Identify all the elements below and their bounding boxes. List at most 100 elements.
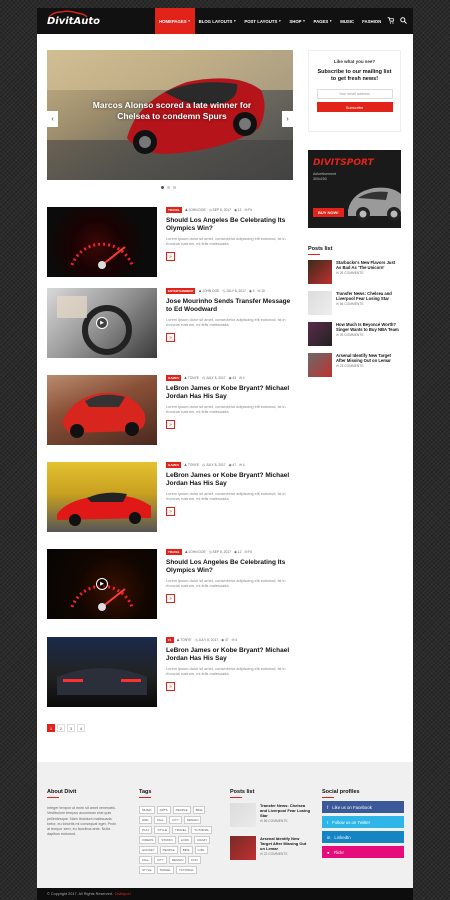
post-title[interactable]: Jose Mourinho Sends Transfer Message to … [166,298,294,314]
post-author[interactable]: ♟ JOHN DOE [185,208,206,212]
post-image[interactable] [47,207,157,277]
search-icon[interactable] [400,17,407,24]
category-badge[interactable]: F1 [166,637,174,643]
tag-link[interactable]: FALL [154,816,168,824]
post-author[interactable]: ♟ JOHN DOE [198,289,219,293]
tag-link[interactable]: STYLE [154,826,170,834]
read-more-button[interactable]: » [166,420,175,430]
sidebar-post-item[interactable]: Arsenal Identify New Target After Missin… [308,353,401,379]
tag-link[interactable]: DESIGN [183,816,202,824]
category-badge[interactable]: TRAVEL [166,207,182,213]
tag-link[interactable]: TRAVEL [171,826,190,834]
buy-now-button[interactable]: BUY NOW! [313,208,344,217]
social-button-twitter[interactable]: t Follow us on Twitter [322,816,404,828]
advertisement-banner[interactable]: DIVITSPORT Advertisement 300x250 BUY NOW… [308,150,401,228]
tag-link[interactable]: LOOK [177,836,193,844]
play-icon[interactable]: ▶ [96,578,108,590]
social-button-facebook[interactable]: f Like us on Facebook [322,801,404,813]
post-comments[interactable]: ✉ Fit [244,550,251,554]
read-more-button[interactable]: » [166,507,175,517]
page-link-1[interactable]: 1 [47,724,55,732]
social-button-linkedin[interactable]: in LinkedIn [322,831,404,843]
post-image[interactable] [47,637,157,707]
tag-link[interactable]: FALL [139,856,153,864]
tag-link[interactable]: TUTORIAL [175,866,197,874]
page-link-4[interactable]: 4 [77,724,85,732]
social-button-flickr[interactable]: ● Flickr [322,846,404,858]
page-link-3[interactable]: 3 [67,724,75,732]
nav-item-post-layouts[interactable]: POST LAYOUTS ▼ [240,8,285,34]
post-thumbnail[interactable] [230,836,256,860]
slider-dot[interactable] [167,186,170,189]
sidebar-post-title[interactable]: Arsenal Identify New Target After Missin… [336,353,401,363]
post-thumbnail[interactable] [308,291,332,315]
cart-icon[interactable] [387,17,394,24]
sidebar-post-item[interactable]: How Much Is Beyoncé Worth? Singer Wants … [308,322,401,348]
read-more-button[interactable]: » [166,333,175,343]
slider-dot[interactable] [173,186,176,189]
post-author[interactable]: ♟ TONYE [184,463,199,467]
post-comments[interactable]: ✉ 4 [239,376,245,380]
sidebar-post-title[interactable]: Starbucks's New Flavors Just As Bad As '… [336,260,401,270]
post-title[interactable]: Should Los Angeles Be Celebrating Its Ol… [166,559,294,575]
post-thumbnail[interactable] [230,803,256,827]
post-title[interactable]: LeBron James or Kobe Bryant? Michael Jor… [166,385,294,401]
nav-item-fashion[interactable]: FASHION [358,8,385,34]
post-title[interactable]: LeBron James or Kobe Bryant? Michael Jor… [166,472,294,488]
post-image[interactable]: ▶ [47,549,157,619]
tag-link[interactable]: HOCKEY [139,846,158,854]
nav-item-blog-layouts[interactable]: BLOG LAYOUTS ▼ [195,8,241,34]
read-more-button[interactable]: » [166,252,175,262]
tag-link[interactable]: BIKE [179,846,193,854]
post-thumbnail[interactable] [308,260,332,284]
sidebar-post-item[interactable]: Starbucks's New Flavors Just As Bad As '… [308,260,401,286]
tag-link[interactable]: TUTORIAL [191,826,213,834]
tag-link[interactable]: PLAY [139,826,153,834]
nav-item-music[interactable]: MUSIC [336,8,358,34]
play-icon[interactable]: ▶ [96,317,108,329]
post-image[interactable] [47,462,157,532]
tag-link[interactable]: DESIGN [168,856,187,864]
post-comments[interactable]: ✉ 4 [239,463,245,467]
tag-link[interactable]: STYLE [139,866,155,874]
copyright-brand-link[interactable]: Divitsport [115,892,131,896]
post-comments[interactable]: ✉ 4 [232,638,238,642]
post-image[interactable] [47,375,157,445]
logo[interactable]: DivitAuto [37,10,155,27]
page-link-2[interactable]: 2 [57,724,65,732]
tag-link[interactable]: BIKE [192,806,206,814]
category-badge[interactable]: ENTERTAINMENT [166,288,196,294]
footer-post-title[interactable]: Arsenal Identify New Target After Missin… [260,836,312,851]
tag-link[interactable]: VIDEOS [139,836,157,844]
tag-link[interactable]: GIRL [139,816,153,824]
tag-link[interactable]: TRAVEL [156,866,174,874]
nav-item-pages[interactable]: PAGES ▼ [310,8,337,34]
tag-link[interactable]: PEOPLE [159,846,178,854]
tag-link[interactable]: STUDIO [158,836,176,844]
tag-link[interactable]: CRAZY [194,836,211,844]
post-comments[interactable]: ✉ Fit [244,208,251,212]
nav-item-homepages[interactable]: HOMEPAGES ▼ [155,8,195,34]
post-author[interactable]: ♟ TONYE [184,376,199,380]
tag-link[interactable]: PEOPLE [172,806,191,814]
hero-slider[interactable]: ‹ › Marcos Alonso scored a late winner f… [47,50,293,180]
email-field[interactable]: Your email address [316,89,393,99]
tag-link[interactable]: GIRL [194,846,208,854]
category-badge[interactable]: GAMES [166,462,182,468]
slide-title[interactable]: Marcos Alonso scored a late winner for C… [92,100,252,122]
post-title[interactable]: LeBron James or Kobe Bryant? Michael Jor… [166,647,294,663]
post-thumbnail[interactable] [308,353,332,377]
tag-link[interactable]: CITY [154,856,167,864]
slider-prev-button[interactable]: ‹ [47,111,58,127]
post-comments[interactable]: ✉ 10 [258,289,265,293]
subscribe-button[interactable]: Subscribe [316,102,393,112]
tag-link[interactable]: CITY [169,816,182,824]
sidebar-post-title[interactable]: Transfer News: Chelsea and Liverpool Fea… [336,291,401,301]
footer-post-title[interactable]: Transfer News: Chelsea and Liverpool Fea… [260,803,312,818]
sidebar-post-title[interactable]: How Much Is Beyoncé Worth? Singer Wants … [336,322,401,332]
post-author[interactable]: ♟ TONYE [177,638,192,642]
slider-next-button[interactable]: › [282,111,293,127]
category-badge[interactable]: TRAVEL [166,549,182,555]
post-thumbnail[interactable] [308,322,332,346]
tag-link[interactable]: MUSIC [139,806,155,814]
